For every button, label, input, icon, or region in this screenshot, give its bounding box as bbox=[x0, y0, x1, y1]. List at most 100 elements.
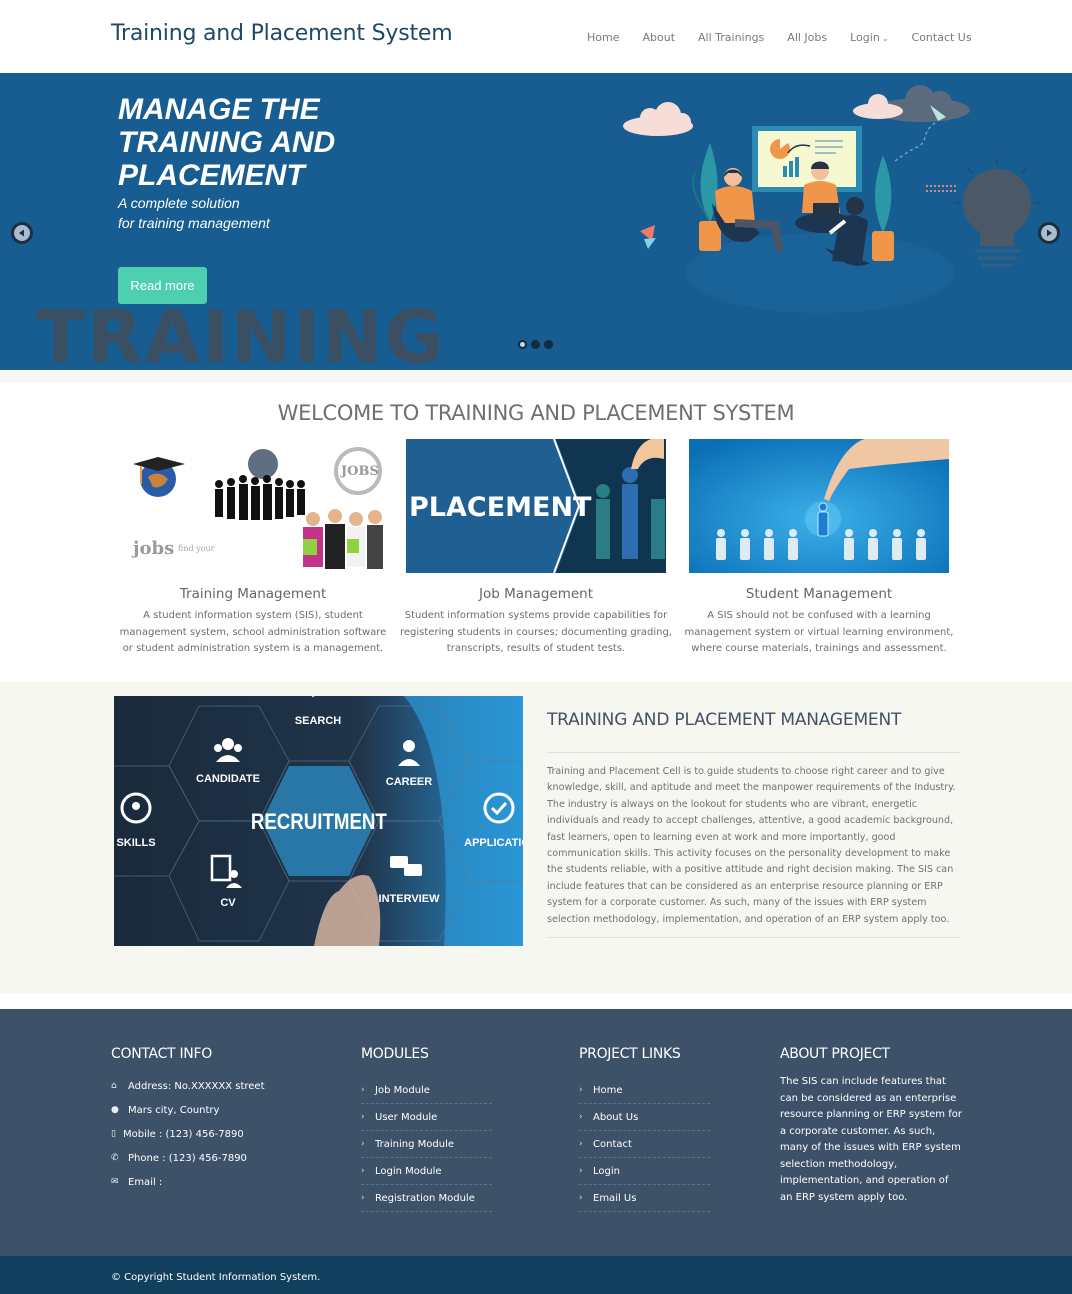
nav-about[interactable]: About bbox=[642, 31, 675, 44]
about-project-text: The SIS can include features that can be… bbox=[780, 1076, 962, 1203]
skills-label: SKILLS bbox=[116, 837, 155, 849]
card-text: A student information system (SIS), stud… bbox=[119, 610, 387, 654]
nav-login-dropdown[interactable]: Login ⌄ bbox=[850, 31, 888, 44]
globe-icon: ● bbox=[111, 1105, 119, 1115]
link-label: Contact bbox=[593, 1138, 632, 1150]
carousel-dot-1[interactable] bbox=[518, 340, 527, 349]
hero-background-word: TRAINING bbox=[36, 295, 446, 370]
hero-subtitle-line: A complete solution bbox=[118, 195, 240, 211]
contact-email: ✉ Email : bbox=[111, 1170, 265, 1194]
carousel-dot-2[interactable] bbox=[531, 340, 540, 349]
link-label: Login bbox=[593, 1165, 620, 1177]
footer-contact-info: CONTACT INFO ⌂ Address: No.XXXXXX street … bbox=[111, 1046, 265, 1194]
nav-all-jobs[interactable]: All Jobs bbox=[787, 31, 827, 44]
chevron-right-icon: › bbox=[579, 1193, 583, 1203]
chevron-right-icon: › bbox=[361, 1085, 365, 1095]
module-link-user[interactable]: › User Module bbox=[361, 1104, 492, 1131]
module-link-registration[interactable]: › Registration Module bbox=[361, 1185, 492, 1212]
card-title: Job Management bbox=[478, 586, 594, 602]
project-link-contact[interactable]: › Contact bbox=[579, 1131, 710, 1158]
application-label: APPLICATION bbox=[464, 837, 523, 849]
link-label: User Module bbox=[375, 1111, 438, 1123]
placement-image: PLACEMENT bbox=[406, 438, 666, 574]
nav-login-label: Login bbox=[850, 31, 880, 44]
nav-contact-us[interactable]: Contact Us bbox=[912, 31, 972, 44]
nav-all-trainings[interactable]: All Trainings bbox=[698, 31, 764, 44]
training-collage-image: JOBS jobs find your bbox=[123, 439, 383, 573]
divider bbox=[547, 937, 960, 939]
nav-home[interactable]: Home bbox=[587, 31, 619, 44]
cloud-icon bbox=[623, 102, 693, 136]
arrow-left-icon bbox=[19, 229, 24, 237]
chevron-right-icon: › bbox=[579, 1166, 583, 1176]
main-nav: Home About All Trainings All Jobs Login ⌄… bbox=[587, 31, 972, 44]
contact-text: Mars city, Country bbox=[128, 1104, 220, 1116]
link-label: About Us bbox=[593, 1111, 639, 1123]
student-selection-image bbox=[689, 439, 949, 573]
read-more-button[interactable]: Read more bbox=[118, 267, 207, 304]
brand-logo[interactable]: Training and Placement System bbox=[111, 21, 453, 46]
envelope-icon: ✉ bbox=[111, 1177, 119, 1187]
mobile-icon: ▯ bbox=[111, 1129, 116, 1139]
footer-project-links: PROJECT LINKS › Home › About Us › Contact ›… bbox=[579, 1046, 710, 1212]
module-link-login[interactable]: › Login Module bbox=[361, 1158, 492, 1185]
contact-mobile: ▯ Mobile : (123) 456-7890 bbox=[111, 1122, 265, 1146]
hero-title: MANAGE THE TRAINING AND PLACEMENT bbox=[118, 93, 335, 192]
project-link-login[interactable]: › Login bbox=[579, 1158, 710, 1185]
candidate-label: CANDIDATE bbox=[196, 773, 260, 785]
module-link-training[interactable]: › Training Module bbox=[361, 1131, 492, 1158]
card-text: Student information systems provide capa… bbox=[400, 610, 672, 654]
link-label: Login Module bbox=[375, 1165, 442, 1177]
chevron-right-icon: › bbox=[579, 1085, 583, 1095]
hero-title-line: PLACEMENT bbox=[118, 159, 305, 192]
home-icon: ⌂ bbox=[111, 1081, 117, 1091]
contact-text: Email : bbox=[128, 1176, 163, 1188]
project-link-about-us[interactable]: › About Us bbox=[579, 1104, 710, 1131]
feature-card-job: PLACEMENT Job Management Student informa… bbox=[396, 438, 676, 658]
footer-about-project: ABOUT PROJECT The SIS can include featur… bbox=[780, 1046, 962, 1206]
link-label: Job Module bbox=[375, 1084, 430, 1096]
hero-carousel: TRAINING MANAGE THE TRAINING AND PLACEME… bbox=[0, 73, 1072, 370]
about-paragraph: Training and Placement Cell is to guide … bbox=[547, 766, 956, 925]
chevron-right-icon: › bbox=[361, 1139, 365, 1149]
recruitment-label: RECRUITMENT bbox=[251, 811, 388, 835]
project-link-home[interactable]: › Home bbox=[579, 1077, 710, 1104]
chevron-right-icon: › bbox=[579, 1112, 583, 1122]
meeting-illustration bbox=[623, 85, 1040, 313]
chevron-down-icon: ⌄ bbox=[881, 34, 889, 43]
link-label: Email Us bbox=[593, 1192, 637, 1204]
card-title: Student Management bbox=[745, 586, 893, 602]
about-text-block: TRAINING AND PLACEMENT MANAGEMENT Traini… bbox=[547, 710, 960, 939]
module-link-job[interactable]: › Job Module bbox=[361, 1077, 492, 1104]
chevron-right-icon: › bbox=[361, 1193, 365, 1203]
site-footer: CONTACT INFO ⌂ Address: No.XXXXXX street … bbox=[0, 1009, 1072, 1256]
carousel-dot-3[interactable] bbox=[544, 340, 553, 349]
svg-text:jobs: jobs bbox=[131, 538, 174, 559]
card-text: A SIS should not be confused with a lear… bbox=[684, 610, 954, 654]
welcome-heading: WELCOME TO TRAINING AND PLACEMENT SYSTEM bbox=[277, 401, 795, 425]
cv-label: CV bbox=[220, 897, 236, 909]
footer-heading: PROJECT LINKS bbox=[579, 1046, 681, 1062]
contact-city: ● Mars city, Country bbox=[111, 1098, 265, 1122]
career-label: CAREER bbox=[386, 776, 433, 788]
card-title: Training Management bbox=[179, 586, 327, 602]
svg-text:JOBS: JOBS bbox=[340, 464, 379, 479]
footer-heading: CONTACT INFO bbox=[111, 1046, 212, 1062]
feature-card-training: JOBS jobs find your Training Management … bbox=[113, 439, 393, 658]
contact-text: Phone : (123) 456-7890 bbox=[128, 1152, 247, 1164]
light-bulb-icon bbox=[954, 159, 1040, 267]
divider bbox=[547, 752, 960, 753]
feature-card-student: Student Management A SIS should not be c… bbox=[679, 439, 959, 658]
copyright-bar: © Copyright Student Information System. bbox=[0, 1256, 1072, 1294]
link-label: Registration Module bbox=[375, 1192, 475, 1204]
about-heading: TRAINING AND PLACEMENT MANAGEMENT bbox=[547, 710, 902, 730]
phone-icon: ✆ bbox=[111, 1153, 119, 1163]
placement-image-text: PLACEMENT bbox=[409, 492, 592, 523]
recruitment-image: RECRUITMENT SEARCH CANDIDATE CAREER SKIL… bbox=[114, 696, 523, 946]
project-link-email-us[interactable]: › Email Us bbox=[579, 1185, 710, 1212]
site-header: Training and Placement System Home About… bbox=[0, 0, 1072, 73]
carousel-prev-button[interactable] bbox=[11, 222, 33, 244]
hero-title-line: TRAINING AND bbox=[118, 126, 336, 159]
hero-subtitle-line: for training management bbox=[118, 215, 270, 231]
footer-heading: ABOUT PROJECT bbox=[780, 1046, 890, 1062]
